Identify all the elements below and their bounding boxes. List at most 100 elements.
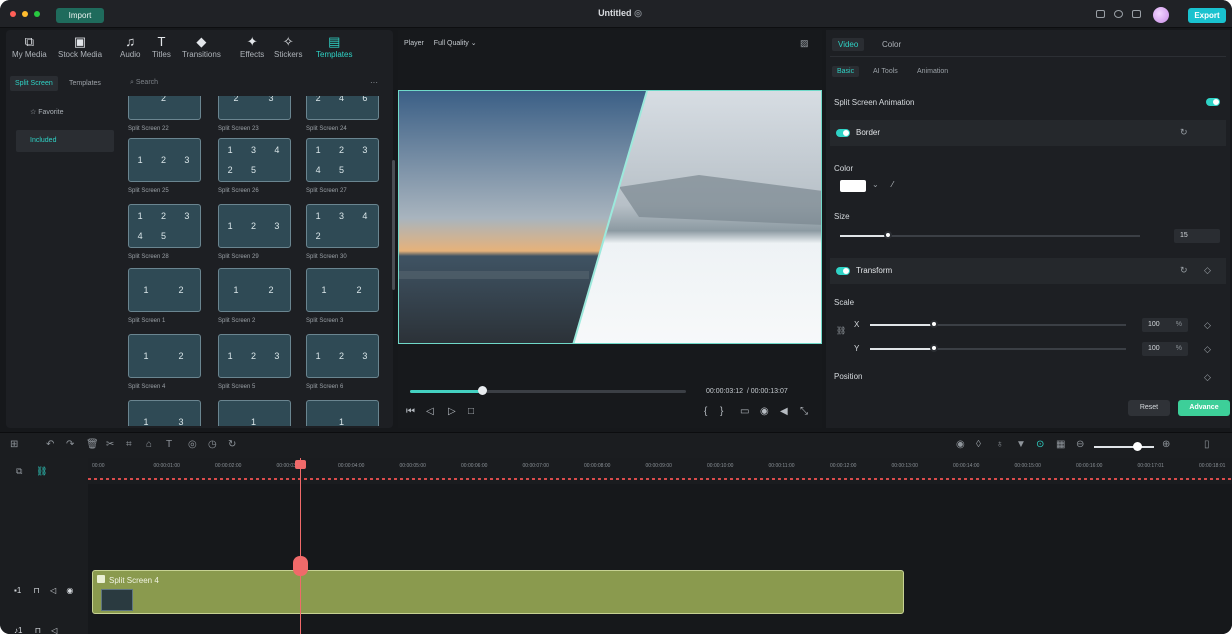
split-screen-thumbnail[interactable]: 12	[306, 268, 379, 312]
mute-icon[interactable]: ◁	[51, 626, 57, 634]
split-screen-thumbnail[interactable]: 13	[128, 400, 201, 426]
tab-color[interactable]: Color	[876, 38, 907, 51]
link-icon[interactable]: ⛓	[836, 326, 846, 335]
library-scrollbar[interactable]	[392, 160, 395, 290]
split-screen-thumbnail[interactable]: 23	[218, 96, 291, 120]
keyframe-icon[interactable]: ◇	[1204, 372, 1211, 383]
quality-select[interactable]: Full Quality ⌄	[434, 40, 477, 47]
scale-x-slider[interactable]	[870, 324, 1126, 326]
split-screen-thumbnail[interactable]: 1 2 3	[306, 334, 379, 378]
subtab-basic[interactable]: Basic	[832, 66, 860, 77]
zoom-window-button[interactable]	[34, 11, 40, 17]
split-screen-thumbnail[interactable]: 12	[128, 268, 201, 312]
keyframe-icon[interactable]: ◇	[1204, 320, 1211, 331]
split-screen-thumbnail[interactable]: 12	[128, 334, 201, 378]
keyframe-icon[interactable]: ◇	[1204, 265, 1211, 276]
split-screen-thumbnail[interactable]: 1 3 4 2	[306, 204, 379, 248]
scale-x-handle[interactable]	[930, 320, 938, 328]
playhead-scissor-icon[interactable]	[293, 556, 308, 576]
camera-icon[interactable]: ◉	[760, 406, 769, 417]
split-screen-thumbnail[interactable]: 1 2 3 4 5	[306, 138, 379, 182]
category-transitions[interactable]: ◆ Transitions	[182, 34, 221, 59]
advance-button[interactable]: Advance	[1178, 400, 1230, 416]
category-my-media[interactable]: ⧉ My Media	[12, 34, 47, 59]
color-icon[interactable]: ◎	[188, 439, 197, 450]
scale-x-input[interactable]: 100%	[1142, 318, 1188, 332]
tab-video[interactable]: Video	[832, 38, 865, 51]
border-toggle[interactable]	[836, 129, 850, 137]
zoom-out-icon[interactable]: ⊖	[1076, 439, 1084, 450]
seek-bar[interactable]	[410, 390, 686, 393]
redo-icon[interactable]: ↷	[66, 439, 74, 450]
split-screen-thumbnail[interactable]: 1 2 3	[128, 138, 201, 182]
tag-icon[interactable]: ⌂	[146, 439, 152, 450]
split-animation-toggle[interactable]	[1206, 98, 1220, 106]
snapshot-icon[interactable]: ▨	[800, 38, 809, 49]
shield-icon[interactable]: ◊	[976, 439, 981, 450]
video-preview[interactable]	[398, 90, 822, 344]
split-screen-thumbnail[interactable]: 2	[128, 96, 201, 120]
eyedropper-icon[interactable]: ⁄	[892, 180, 893, 189]
split-screen-thumbnail[interactable]: 2 4 6	[306, 96, 379, 120]
subtab-split-screen[interactable]: Split Screen	[10, 76, 58, 91]
category-stock-media[interactable]: ▣ Stock Media	[58, 34, 102, 59]
split-screen-thumbnail[interactable]: 12	[218, 268, 291, 312]
timeline-ruler[interactable]: 00:00 00:00:01:00 00:00:02:00 00:00:03:00 00…	[88, 458, 1232, 484]
category-templates[interactable]: ▤ Templates	[316, 34, 352, 59]
account-icon[interactable]	[1114, 10, 1123, 18]
color-swatch[interactable]	[840, 180, 866, 192]
playhead-handle[interactable]	[295, 460, 306, 469]
scale-y-slider[interactable]	[870, 348, 1126, 350]
split-screen-thumbnail[interactable]: 1 2 3	[218, 204, 291, 248]
playhead[interactable]	[300, 458, 301, 634]
snap-icon[interactable]: ⊙	[1036, 439, 1044, 450]
avatar[interactable]	[1153, 7, 1169, 23]
keyframe-icon[interactable]: ◇	[1204, 344, 1211, 355]
sidebar-item-included[interactable]: Included	[16, 130, 114, 152]
category-stickers[interactable]: ✧ Stickers	[274, 34, 302, 59]
lock-icon[interactable]: ⊓	[34, 586, 40, 595]
seek-handle[interactable]	[478, 386, 487, 395]
speed-icon[interactable]: ↻	[228, 439, 236, 450]
reset-transform-icon[interactable]: ↻	[1180, 265, 1188, 276]
render-icon[interactable]: ◉	[956, 439, 965, 450]
timeline-clip[interactable]: Split Screen 4	[92, 570, 904, 614]
split-icon[interactable]: ✂	[106, 439, 114, 450]
chevron-down-icon[interactable]: ⌄	[872, 180, 879, 189]
save-icon[interactable]	[1096, 10, 1105, 18]
sidebar-item-favorite[interactable]: ☆ Favorite	[16, 102, 114, 124]
subtab-templates[interactable]: Templates	[64, 76, 106, 91]
category-effects[interactable]: ✦ Effects	[240, 34, 264, 59]
split-screen-thumbnail[interactable]: 1 3 4 2 5	[218, 138, 291, 182]
mark-in-icon[interactable]: {	[704, 406, 707, 417]
mute-icon[interactable]: ◁	[50, 586, 56, 595]
subtab-ai-tools[interactable]: AI Tools	[868, 66, 903, 77]
text-icon[interactable]: T	[166, 439, 172, 450]
volume-icon[interactable]: ◀	[780, 406, 788, 417]
layout-grid-icon[interactable]	[1132, 10, 1141, 18]
reset-button[interactable]: Reset	[1128, 400, 1170, 416]
minimize-window-button[interactable]	[22, 11, 28, 17]
panel-icon[interactable]: ▯	[1204, 439, 1210, 450]
marker-icon[interactable]: ▼	[1016, 439, 1026, 450]
mic-icon[interactable]: ♁	[996, 439, 1004, 450]
split-screen-thumbnail[interactable]: 1	[306, 400, 379, 426]
timer-icon[interactable]: ◷	[208, 439, 217, 450]
display-icon[interactable]: ▭	[740, 406, 749, 417]
export-button[interactable]: Export	[1188, 8, 1226, 23]
crop-icon[interactable]: ⌗	[126, 439, 132, 450]
eye-icon[interactable]: ◉	[66, 586, 73, 595]
zoom-slider[interactable]	[1094, 446, 1154, 448]
layout-icon[interactable]: ⊞	[10, 439, 18, 450]
transform-toggle[interactable]	[836, 267, 850, 275]
size-slider-handle[interactable]	[884, 231, 892, 239]
play-icon[interactable]: ▷	[448, 406, 456, 417]
film-icon[interactable]: ▦	[1056, 439, 1065, 450]
split-screen-thumbnail[interactable]: 1 2 3 4 5	[128, 204, 201, 248]
import-button[interactable]: Import	[56, 8, 104, 23]
add-track-icon[interactable]: ⧉	[16, 466, 22, 477]
category-audio[interactable]: ♫ Audio	[120, 34, 140, 59]
zoom-in-icon[interactable]: ⊕	[1162, 439, 1170, 450]
link-clips-icon[interactable]: ⛓	[36, 466, 47, 477]
delete-icon[interactable]: 🗑	[86, 439, 99, 450]
